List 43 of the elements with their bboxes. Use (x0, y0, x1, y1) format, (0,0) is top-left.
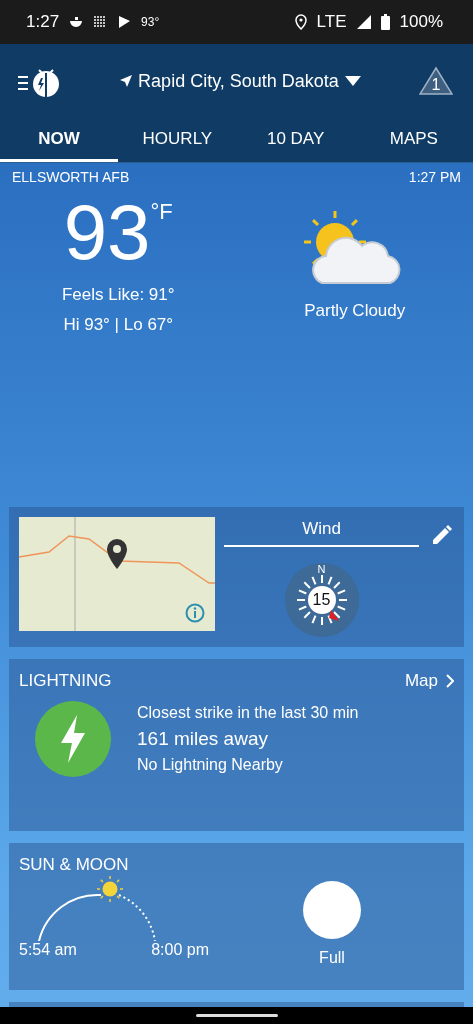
signal-icon (356, 15, 371, 29)
caret-icon (344, 76, 361, 86)
tab[interactable]: 10 DAY (236, 118, 355, 162)
dots-icon (93, 15, 108, 29)
moon-phase: Full (319, 949, 345, 967)
temperature-unit: °F (150, 199, 173, 225)
wind-speed: 15 (311, 591, 332, 609)
status-time: 1:27 (26, 12, 60, 32)
lightning-title: LIGHTNING (19, 671, 112, 691)
sunset-time: 8:00 pm (151, 941, 209, 959)
network-label: LTE (316, 12, 347, 32)
strike-distance: 161 miles away (137, 728, 269, 750)
hi-lo: Hi 93° | Lo 67° (63, 315, 174, 335)
lightning-status: No Lightning Nearby (137, 756, 284, 774)
wind-title: Wind (224, 517, 419, 547)
map-thumbnail[interactable] (19, 517, 215, 631)
map-pin-icon (107, 539, 127, 569)
tab[interactable]: HOURLY (118, 118, 237, 162)
sunrise-time: 5:54 am (19, 941, 77, 959)
station-name: ELLSWORTH AFB (12, 169, 130, 185)
full-moon-icon (303, 881, 361, 939)
map-link[interactable]: Map (404, 671, 454, 691)
temperature: 93 (63, 193, 151, 271)
chevron-icon (446, 674, 454, 688)
location-icon (294, 14, 307, 30)
condition-label: Partly Cloudy (304, 301, 406, 321)
tab[interactable]: MAPS (354, 118, 473, 162)
alert-button[interactable]: 1 (419, 66, 453, 96)
location-selector[interactable]: Rapid City, South Dakota (62, 70, 419, 92)
home-indicator[interactable] (195, 1014, 278, 1017)
bowl-icon (69, 16, 84, 28)
info-icon[interactable] (185, 603, 205, 623)
navigation-icon (120, 75, 133, 87)
battery-percent: 100% (399, 12, 443, 32)
feels-like: Feels Like: 91° (61, 285, 175, 305)
observation-time: 1:27 PM (408, 169, 461, 185)
closest-strike-label: Closest strike in the last 30 min (137, 704, 359, 722)
flag-icon (117, 15, 132, 29)
sun-moon-title: SUN & MOON (19, 855, 129, 874)
status-temperature: 93° (141, 15, 160, 29)
compass-north: N (317, 563, 326, 575)
lightning-icon (35, 701, 111, 777)
battery-icon (380, 14, 390, 30)
